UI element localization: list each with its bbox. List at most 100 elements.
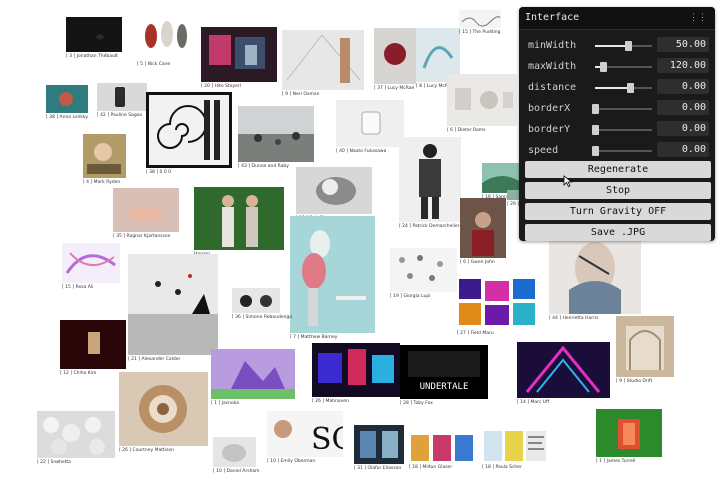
control-row-borderx: borderX 0.00 xyxy=(519,99,715,119)
image-card[interactable]: [ 1 ] Jasnoka xyxy=(211,349,295,409)
slider-handle[interactable] xyxy=(625,41,633,51)
speed-input[interactable]: 0.00 xyxy=(657,142,709,157)
image-caption: [ 9 ] Neri Oxman xyxy=(282,92,320,97)
image-caption: [ 27 ] Field Maru xyxy=(457,331,494,336)
borderx-input[interactable]: 0.00 xyxy=(657,100,709,115)
image-thumbnail xyxy=(128,254,218,355)
control-row-bordery: borderY 0.00 xyxy=(519,120,715,140)
image-card[interactable]: [ 43 ] Dunne and Raby xyxy=(238,106,314,172)
slider-handle[interactable] xyxy=(592,104,599,114)
image-card[interactable]: [ 19 ] Giorgia Lupi xyxy=(390,248,457,302)
svg-text:UNDERTALE: UNDERTALE xyxy=(420,382,469,392)
image-card[interactable]: [ 15 ] Reza Ali xyxy=(62,243,120,293)
image-card[interactable]: [ 35 ] Ragnar Kjartansson xyxy=(113,188,179,242)
minwidth-input[interactable]: 50.00 xyxy=(657,37,709,52)
maxwidth-slider[interactable] xyxy=(595,62,652,72)
image-card[interactable]: [ 26 ] Mahnaven xyxy=(312,343,400,407)
image-card[interactable]: Hapanì xyxy=(194,187,284,260)
image-caption: [ 21 ] Alexander Calder xyxy=(128,357,181,362)
image-card[interactable]: [ 7 ] Matthew Barney xyxy=(290,216,375,343)
image-card[interactable]: [ 31 ] Olafur Eliasson xyxy=(354,425,404,474)
image-card[interactable]: [ 37 ] Lucy McRae xyxy=(374,28,416,94)
image-card[interactable]: [ 38 ] Anna Ledsky xyxy=(46,85,88,123)
image-card[interactable]: [ 18 ] Milton Glaser xyxy=(409,433,475,473)
image-card[interactable]: [ 3 ] Jonathan Thébault xyxy=(66,17,122,62)
image-caption: [ 26 ] Mahnaven xyxy=(312,399,349,404)
image-thumbnail xyxy=(37,411,115,458)
image-card[interactable]: [ 40 ] Naoto Fukasawa xyxy=(336,100,404,157)
image-thumbnail xyxy=(312,343,400,397)
image-card[interactable]: [ 15 ] The Pudding xyxy=(459,10,501,38)
image-card[interactable]: [ 44 ] Henrietta Harris xyxy=(549,238,641,324)
image-card[interactable]: SO [ 10 ] Emily Oberman xyxy=(267,411,343,467)
image-caption: [ 38 ] 0 0 0 xyxy=(146,170,171,175)
image-card[interactable]: [ 9 ] Neri Oxman xyxy=(282,30,364,100)
image-thumbnail xyxy=(60,320,126,369)
turn-gravity-off-button[interactable]: Turn Gravity OFF xyxy=(525,203,711,220)
image-thumbnail xyxy=(232,288,280,313)
image-thumbnail xyxy=(194,187,284,250)
image-card[interactable]: [ 36 ] Simone Rebaudengo xyxy=(232,288,292,323)
image-thumbnail xyxy=(296,167,372,214)
image-caption: [ 31 ] Olafur Eliasson xyxy=(354,466,402,471)
image-thumbnail xyxy=(62,243,120,283)
bordery-input[interactable]: 0.00 xyxy=(657,121,709,136)
panel-title: Interface xyxy=(525,12,580,23)
image-caption: [ 28 ] Toby Fox xyxy=(400,401,433,406)
image-caption: [ 20 ] Hito Steyerl xyxy=(201,84,242,89)
image-card[interactable]: [ 6 ] Dieter Rams xyxy=(447,74,517,136)
slider-handle[interactable] xyxy=(592,125,599,135)
image-card[interactable]: [ 26 ] Courtney Mattison xyxy=(119,372,208,456)
image-card[interactable]: [ 22 ] Snøhetta xyxy=(37,411,115,468)
control-label: speed xyxy=(528,145,559,156)
distance-slider[interactable] xyxy=(595,83,652,93)
borderx-slider[interactable] xyxy=(592,104,652,114)
image-caption: [ 44 ] Henrietta Harris xyxy=(549,316,599,321)
slider-handle[interactable] xyxy=(626,83,634,93)
image-caption: [ 10 ] Daniel Arsham xyxy=(213,469,260,474)
image-card[interactable]: [ 6 ] Gwen John xyxy=(460,198,506,268)
image-thumbnail xyxy=(97,83,147,111)
panel-title-bar[interactable]: Interface ⋮⋮ xyxy=(519,7,715,30)
image-card[interactable]: [ 9 ] Studio Drift xyxy=(616,316,674,387)
image-card[interactable]: [ 12 ] Chiho Kim xyxy=(60,320,126,379)
regenerate-button[interactable]: Regenerate xyxy=(525,161,711,178)
slider-handle[interactable] xyxy=(599,62,607,72)
image-card[interactable]: [ 20 ] Hito Steyerl xyxy=(201,27,277,92)
image-card[interactable]: [ 42 ] Pauline Sagoo xyxy=(97,83,147,121)
image-thumbnail xyxy=(460,198,506,258)
distance-input[interactable]: 0.00 xyxy=(657,79,709,94)
image-thumbnail xyxy=(290,216,375,333)
grip-icon[interactable]: ⋮⋮ xyxy=(689,7,707,29)
slider-fill xyxy=(595,87,630,89)
image-card[interactable]: [ 18 ] Paula Scher xyxy=(482,429,548,473)
speed-slider[interactable] xyxy=(592,146,652,156)
image-card[interactable]: [ 4 ] Mark Ryden xyxy=(83,134,126,188)
maxwidth-input[interactable]: 120.00 xyxy=(657,58,709,73)
slider-handle[interactable] xyxy=(592,146,599,156)
image-card[interactable]: UNDERTALE [ 28 ] Toby Fox xyxy=(400,345,488,409)
image-thumbnail xyxy=(549,238,641,314)
image-card[interactable]: [ 14 ] Marc Uff xyxy=(517,342,610,408)
image-card[interactable]: [ 24 ] Patrick Demarchelier xyxy=(399,137,461,232)
minwidth-slider[interactable] xyxy=(595,41,652,51)
image-caption: [ 1 ] Jasnoka xyxy=(211,401,239,406)
image-caption: [ 1 ] James Turrell xyxy=(596,459,636,464)
image-caption: [ 15 ] Reza Ali xyxy=(62,285,94,290)
image-card[interactable]: [ 38 ] 0 0 0 xyxy=(146,92,232,178)
image-card[interactable]: [ 1 ] James Turrell xyxy=(596,409,662,467)
image-thumbnail xyxy=(482,429,548,463)
image-caption: [ 22 ] Snøhetta xyxy=(37,460,71,465)
image-thumbnail xyxy=(66,17,122,52)
image-card[interactable]: [ 21 ] Alexander Calder xyxy=(128,254,218,365)
image-card[interactable]: [ 10 ] Daniel Arsham xyxy=(213,437,260,477)
image-card[interactable]: [ 27 ] Field Maru xyxy=(457,275,537,339)
image-caption: [ 5 ] Nick Cave xyxy=(137,62,171,67)
control-row-speed: speed 0.00 xyxy=(519,141,715,161)
image-caption: [ 10 ] Emily Oberman xyxy=(267,459,316,464)
save-jpg-button[interactable]: Save .JPG xyxy=(525,224,711,241)
image-thumbnail xyxy=(596,409,662,457)
image-card[interactable]: [ 5 ] Nick Cave xyxy=(137,18,194,70)
stop-button[interactable]: Stop xyxy=(525,182,711,199)
bordery-slider[interactable] xyxy=(592,125,652,135)
